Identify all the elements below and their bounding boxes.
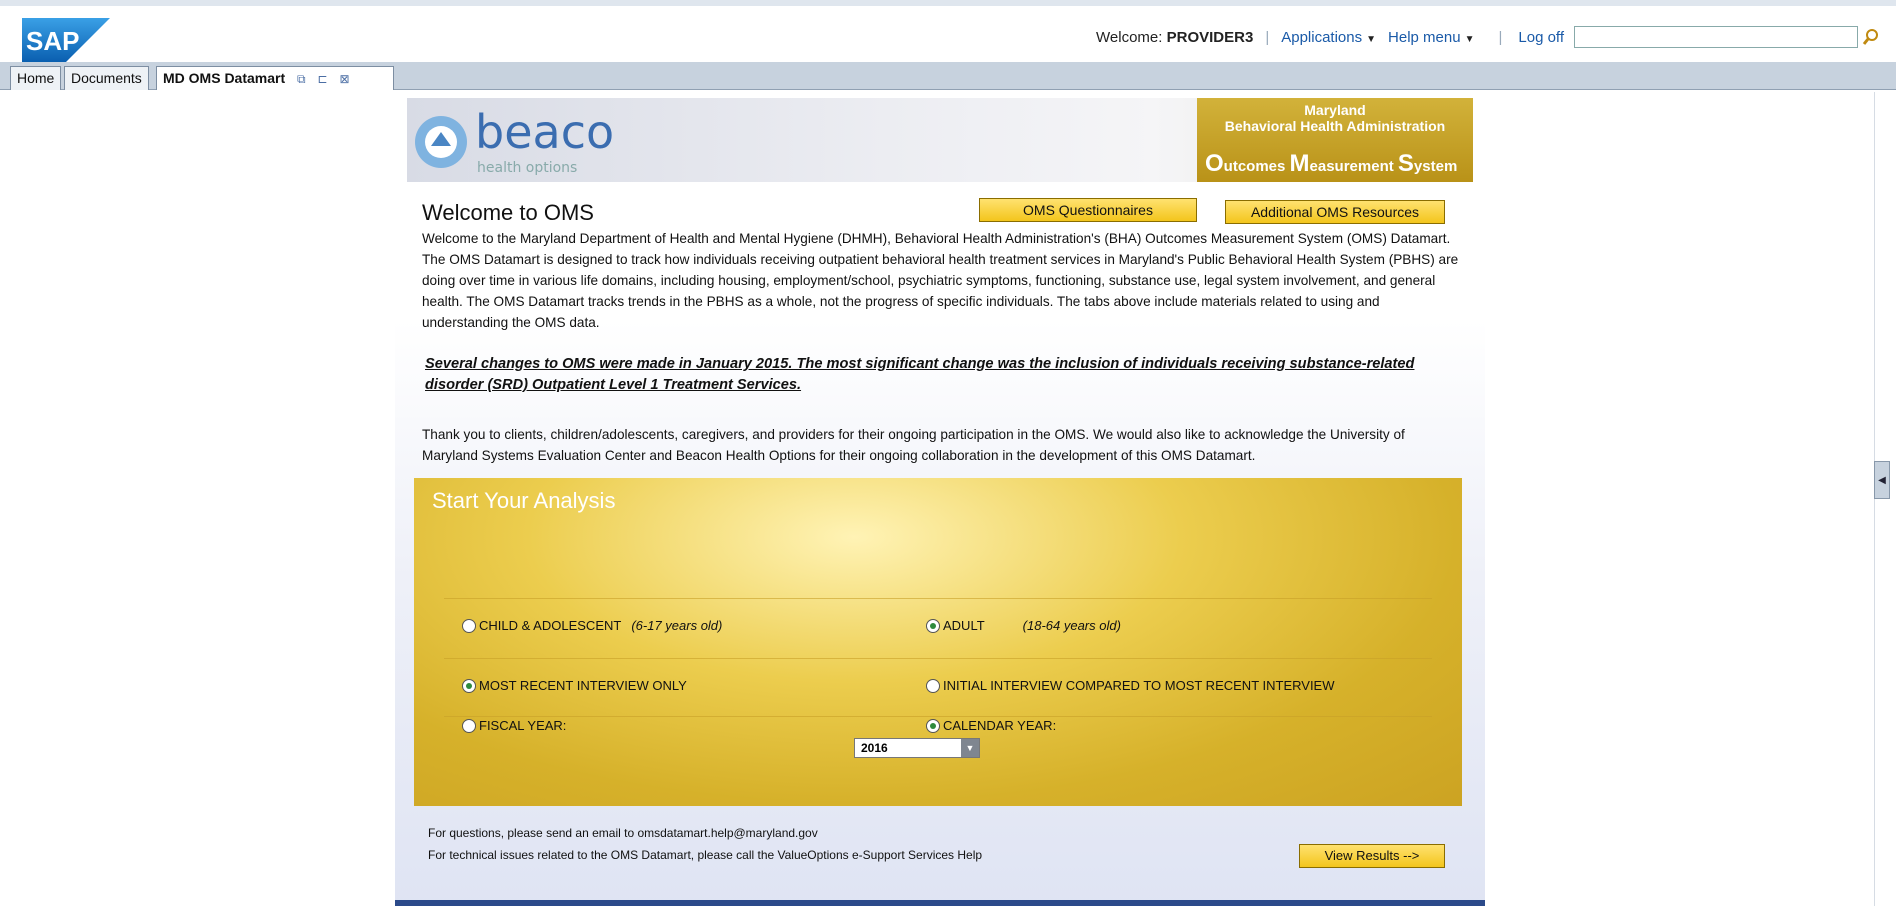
chevron-down-icon[interactable]: ▼	[961, 739, 979, 757]
oms-questionnaires-button[interactable]: OMS Questionnaires	[979, 198, 1197, 222]
sap-logo-text: SAP	[26, 26, 79, 56]
bha-logo: Maryland Behavioral Health Administratio…	[1197, 98, 1473, 182]
separator: |	[1265, 28, 1270, 46]
welcome-prefix: Welcome:	[1096, 28, 1163, 46]
radio-dot[interactable]	[462, 678, 476, 693]
chevron-left-icon: ◀	[1878, 474, 1886, 486]
oms-page: beacon health options Maryland Behaviora…	[395, 92, 1485, 906]
applications-menu-label: Applications	[1281, 28, 1363, 46]
calendar-year-radio[interactable]: CALENDAR YEAR:	[926, 718, 1056, 733]
search-icon[interactable]	[1862, 28, 1880, 46]
beacon-brand: beacon	[475, 105, 613, 159]
analysis-panel: Start Your Analysis CHILD & ADOLESCENT (…	[414, 478, 1462, 806]
page-title: Welcome to OMS	[422, 200, 594, 225]
child-age-note: (6-17 years old)	[631, 618, 723, 633]
analysis-title: Start Your Analysis	[432, 488, 616, 513]
logoff-link[interactable]: Log off	[1518, 29, 1564, 46]
portal-header: SAP Welcome: PROVIDER3 | Applications ▼ H…	[0, 0, 1896, 62]
caret-down-icon: ▼	[1366, 33, 1377, 45]
calendar-year-select[interactable]: 2016 ▼	[854, 738, 980, 758]
sap-logo[interactable]: SAP	[22, 18, 110, 62]
pin-icon[interactable]: ⊏	[318, 72, 328, 86]
most-recent-radio[interactable]: MOST RECENT INTERVIEW ONLY	[462, 678, 687, 693]
radio-dot[interactable]	[926, 618, 940, 633]
beacon-subtitle: health options	[477, 160, 577, 176]
calendar-year-value: 2016	[861, 741, 888, 755]
side-panel-toggle[interactable]: ◀	[1874, 461, 1890, 499]
row-divider	[444, 658, 1432, 659]
beacon-logo: beacon health options	[415, 105, 613, 176]
new-window-icon[interactable]: ⧉	[297, 72, 306, 86]
bha-line1: Maryland	[1304, 102, 1366, 118]
radio-dot[interactable]	[926, 718, 940, 733]
most-recent-label: MOST RECENT INTERVIEW ONLY	[479, 678, 687, 693]
tab-md-oms-datamart[interactable]: MD OMS Datamart ⧉ ⊏ ⊠	[156, 66, 394, 90]
adult-age-note: (18-64 years old)	[1022, 618, 1121, 633]
view-results-button[interactable]: View Results -->	[1299, 844, 1445, 868]
caret-down-icon: ▼	[1464, 33, 1475, 45]
oms-word-system: ystem	[1413, 158, 1458, 175]
oms-word-outcomes: utcomes	[1223, 158, 1290, 175]
separator: |	[1498, 28, 1503, 46]
initial-vs-recent-label: INITIAL INTERVIEW COMPARED TO MOST RECEN…	[943, 678, 1335, 693]
tech-support-text: For technical issues related to the OMS …	[428, 848, 983, 862]
child-adolescent-radio[interactable]: CHILD & ADOLESCENT (6-17 years old)	[462, 618, 722, 633]
tab-documents[interactable]: Documents	[64, 66, 149, 90]
header-right: Welcome: PROVIDER3 | Applications ▼ Help …	[1096, 26, 1880, 48]
row-divider	[444, 598, 1432, 599]
tab-md-oms-label: MD OMS Datamart	[163, 70, 286, 86]
bha-line2: Behavioral Health Administration	[1224, 118, 1446, 134]
oms-word-measurement: easurement	[1309, 158, 1398, 175]
calendar-year-label: CALENDAR YEAR:	[943, 718, 1057, 733]
initial-vs-recent-radio[interactable]: INITIAL INTERVIEW COMPARED TO MOST RECEN…	[926, 678, 1335, 693]
intro-paragraph: Welcome to the Maryland Department of He…	[422, 231, 1459, 330]
page-bottom-bar	[395, 900, 1485, 906]
thanks-paragraph: Thank you to clients, children/adolescen…	[422, 427, 1405, 463]
close-icon[interactable]: ⊠	[339, 72, 349, 86]
tab-strip: Home Documents MD OMS Datamart ⧉ ⊏ ⊠	[0, 62, 1896, 90]
change-notice: Several changes to OMS were made in Janu…	[425, 356, 1415, 393]
oms-letter-m: M	[1289, 150, 1310, 177]
search-input[interactable]	[1574, 26, 1858, 48]
tab-documents-label: Documents	[71, 70, 142, 86]
banner: beacon health options Maryland Behaviora…	[407, 98, 1473, 182]
radio-dot[interactable]	[462, 618, 476, 633]
adult-label: ADULT	[943, 618, 985, 633]
help-menu[interactable]: Help menu ▼	[1388, 29, 1474, 46]
additional-resources-button[interactable]: Additional OMS Resources	[1225, 200, 1445, 224]
fiscal-year-label: FISCAL YEAR:	[479, 718, 567, 733]
child-adolescent-label: CHILD & ADOLESCENT	[479, 618, 622, 633]
tab-home-label: Home	[17, 70, 55, 86]
oms-letter-s: S	[1397, 150, 1414, 177]
row-divider	[444, 716, 1432, 717]
radio-dot[interactable]	[462, 718, 476, 733]
tab-home[interactable]: Home	[10, 66, 62, 90]
adult-radio[interactable]: ADULT (18-64 years old)	[926, 618, 1121, 633]
radio-dot[interactable]	[926, 678, 940, 693]
oms-letter-o: O	[1205, 150, 1224, 177]
username: PROVIDER3	[1166, 28, 1254, 46]
applications-menu[interactable]: Applications ▼	[1281, 29, 1376, 46]
help-menu-label: Help menu	[1388, 28, 1461, 46]
welcome-text: Welcome: PROVIDER3	[1096, 29, 1253, 46]
fiscal-year-radio[interactable]: FISCAL YEAR:	[462, 718, 566, 733]
oms-wordmark: Outcomes Measurement System	[1205, 150, 1457, 178]
help-email-text: For questions, please send an email to o…	[428, 826, 818, 840]
divider	[1874, 92, 1875, 906]
